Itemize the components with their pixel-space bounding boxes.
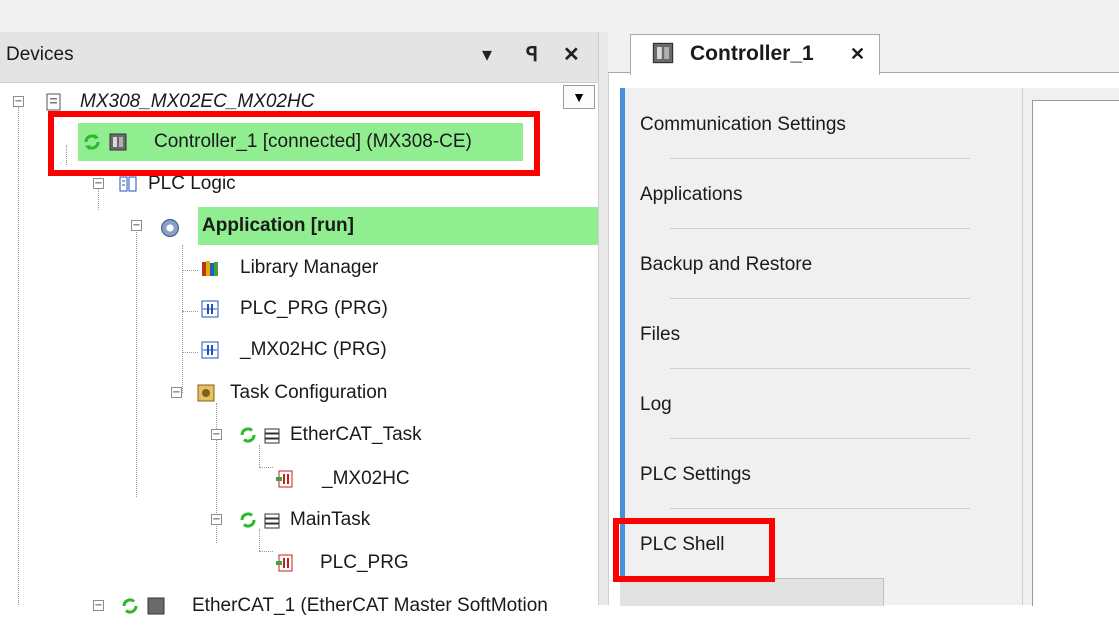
nav-next-item[interactable] (620, 578, 884, 606)
collapse-icon[interactable]: − (93, 178, 104, 189)
task-config-icon (197, 384, 215, 402)
panel-dropdown-icon[interactable]: ▾ (482, 42, 492, 67)
collapse-icon[interactable]: − (211, 429, 222, 440)
task-call-icon (276, 470, 293, 488)
tree-node-library-manager[interactable]: Library Manager (0, 249, 560, 287)
collapse-icon[interactable]: − (93, 600, 104, 611)
tab-close-icon[interactable]: ✕ (850, 44, 865, 65)
connected-sync-icon (240, 512, 256, 528)
pin-icon[interactable]: ꟼ (526, 42, 538, 67)
task-icon (264, 428, 280, 444)
editor-content-pane[interactable] (1032, 100, 1119, 606)
tree-node-label: _MX02HC (PRG) (240, 339, 387, 360)
tree-node-maintask[interactable]: − MainTask (0, 501, 560, 539)
annotation-highlight-plc-shell (613, 518, 775, 582)
devices-panel-header (0, 32, 598, 83)
nav-item-backup-and-restore[interactable]: Backup and Restore (640, 254, 812, 276)
top-strip (0, 0, 1119, 32)
project-icon (46, 93, 61, 111)
program-icon (201, 300, 219, 318)
collapse-icon[interactable]: − (171, 387, 182, 398)
tree-node-label: _MX02HC (322, 468, 410, 489)
collapse-icon[interactable]: − (131, 220, 142, 231)
nav-item-files[interactable]: Files (640, 324, 680, 346)
nav-item-plc-settings[interactable]: PLC Settings (640, 464, 751, 486)
tree-node-mx02hc-prg[interactable]: _MX02HC (PRG) (0, 331, 560, 369)
tree-node-plc-prg-call[interactable]: PLC_PRG (0, 544, 560, 582)
connected-sync-icon (240, 427, 256, 443)
gear-icon (161, 219, 179, 237)
library-icon (202, 261, 218, 276)
collapse-icon[interactable]: − (13, 96, 24, 107)
controller-icon (652, 42, 674, 64)
tree-node-task-configuration[interactable]: − Task Configuration (0, 374, 560, 412)
tree-node-label: Task Configuration (230, 382, 388, 403)
devices-panel-title: Devices (6, 44, 74, 65)
tree-dropdown-button[interactable]: ▼ (563, 85, 595, 109)
nav-item-applications[interactable]: Applications (640, 184, 742, 206)
tree-node-ethercat-master[interactable]: − EtherCAT_1 (EtherCAT Master SoftMotion (0, 587, 598, 625)
tree-node-label: PLC_PRG (320, 552, 409, 573)
panel-splitter[interactable] (598, 32, 609, 605)
collapse-icon[interactable]: − (211, 514, 222, 525)
plc-logic-icon (119, 176, 137, 192)
tree-node-label: PLC_PRG (PRG) (240, 298, 388, 319)
tab-label: Controller_1 (690, 42, 814, 65)
annotation-highlight-controller (48, 111, 540, 176)
close-icon[interactable]: ✕ (563, 42, 580, 67)
task-call-icon (276, 554, 293, 572)
nav-item-log[interactable]: Log (640, 394, 672, 416)
ethercat-icon (147, 597, 165, 615)
connected-sync-icon (122, 598, 138, 614)
tree-node-plc-prg[interactable]: PLC_PRG (PRG) (0, 290, 560, 328)
program-icon (201, 341, 219, 359)
tree-node-label: Library Manager (240, 257, 379, 278)
nav-item-communication-settings[interactable]: Communication Settings (640, 114, 846, 136)
tree-node-label: EtherCAT_1 (EtherCAT Master SoftMotion (192, 595, 548, 616)
tree-node-application[interactable]: Application [run] (198, 207, 598, 245)
nav-accent-bar (620, 88, 625, 578)
tree-node-mx02hc-call[interactable]: _MX02HC (0, 460, 560, 498)
tree-node-ethercat-task[interactable]: − EtherCAT_Task (0, 416, 560, 454)
tree-node-label: Application [run] (202, 215, 354, 236)
task-icon (264, 513, 280, 529)
tree-node-label: MainTask (290, 509, 371, 530)
tree-node-label: EtherCAT_Task (290, 424, 422, 445)
